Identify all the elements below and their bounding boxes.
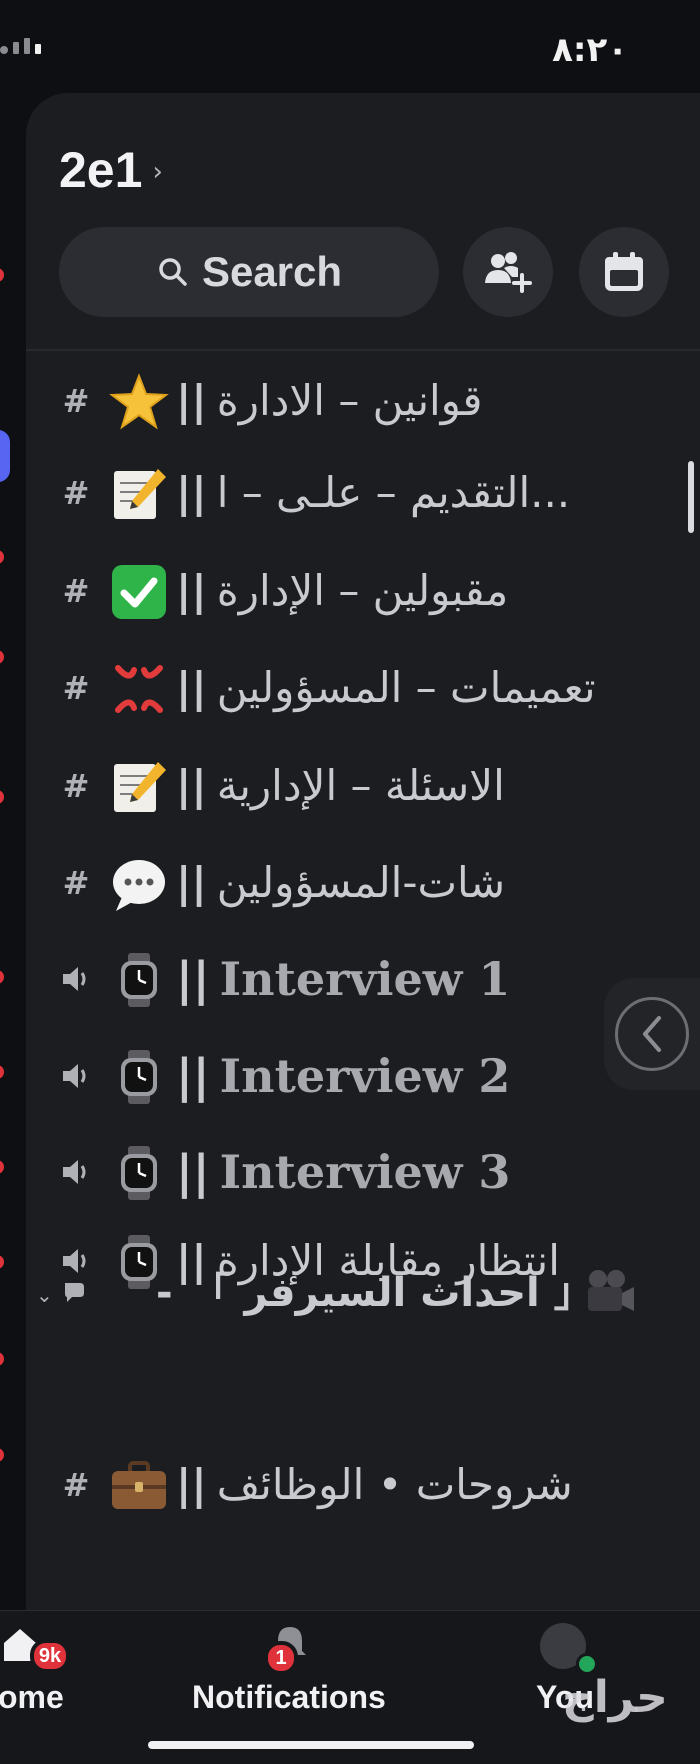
server-name[interactable]: 2e1 xyxy=(59,141,142,199)
server-icon[interactable] xyxy=(0,430,10,482)
server-rail[interactable] xyxy=(0,90,26,1610)
channel-item[interactable]: # || مقبولين – الإدارة xyxy=(26,541,700,641)
collapse-panel-button[interactable] xyxy=(604,978,700,1090)
text-channel-icon: # xyxy=(62,474,90,512)
channel-name: || Interview 2 xyxy=(176,1049,511,1103)
star-icon xyxy=(109,373,169,430)
forum-channel-icon xyxy=(65,1283,84,1302)
nav-home[interactable]: 9k ome xyxy=(0,1611,110,1721)
channel-name: || Interview 3 xyxy=(176,1145,511,1199)
unread-dot xyxy=(0,268,4,282)
channel-name: || قوانين – الادارة xyxy=(176,376,483,425)
text-channel-icon: # xyxy=(62,382,90,420)
chevron-down-icon[interactable]: ⌄ xyxy=(36,1283,53,1307)
nav-home-label: ome xyxy=(0,1679,64,1715)
home-badge: 9k xyxy=(30,1639,70,1673)
search-label: Search xyxy=(201,248,343,295)
locked-text-channel-icon: # xyxy=(62,864,90,902)
status-bar: ٨:٢٠ xyxy=(0,0,700,90)
events-button[interactable] xyxy=(579,227,669,317)
channel-item[interactable]: # || تعميمات – المسؤولين xyxy=(26,638,700,738)
category-header[interactable]: ⌄ - 「 احداث السيرفر 」 xyxy=(26,1243,700,1343)
text-channel-icon: # xyxy=(62,1466,90,1504)
briefcase-icon xyxy=(112,1461,166,1509)
status-time: ٨:٢٠ xyxy=(552,30,628,70)
unread-dot xyxy=(0,650,4,664)
locked-voice-channel-icon xyxy=(58,959,94,999)
notifications-badge: 1 xyxy=(264,1641,298,1675)
channel-item[interactable]: # || شروحات • الوظائف xyxy=(26,1435,700,1535)
watermark-logo: حراج xyxy=(562,1672,668,1723)
movie-camera-icon xyxy=(588,1270,634,1311)
nav-notifications[interactable]: 1 Notifications xyxy=(180,1611,420,1721)
channel-name: || تعميمات – المسؤولين xyxy=(176,663,596,712)
channel-name: || الاسئلة – الإدارية xyxy=(176,761,505,810)
voice-channel-item[interactable]: || Interview 1 xyxy=(26,929,700,1029)
speech-bubble-icon xyxy=(113,860,165,911)
channel-name: || مقبولين – الإدارة xyxy=(176,566,509,615)
search-icon xyxy=(159,258,187,286)
home-indicator xyxy=(148,1741,474,1749)
channel-name: || Interview 1 xyxy=(176,952,511,1006)
channel-panel: 2e1 › Search # || قوانين – الادارة # || … xyxy=(26,93,700,1610)
channel-item[interactable]: # || الاسئلة – الإدارية xyxy=(26,736,700,836)
memo-icon xyxy=(114,762,166,812)
channel-name: || شات-المسؤولين xyxy=(176,858,506,907)
category-name: - 「 احداث السيرفر 」 xyxy=(156,1270,594,1316)
check-mark-icon xyxy=(112,565,166,619)
channel-item[interactable]: # || التقديم – علـى – ا... xyxy=(26,443,700,543)
watch-icon xyxy=(121,953,157,1007)
memo-icon xyxy=(114,469,166,519)
unread-dot xyxy=(0,1065,4,1079)
watch-icon xyxy=(121,1050,157,1104)
channel-name: || التقديم – علـى – ا... xyxy=(176,468,571,517)
server-header[interactable]: 2e1 › xyxy=(59,141,163,199)
locked-text-channel-icon: # xyxy=(62,669,90,707)
unread-dot xyxy=(0,1448,4,1462)
unread-dot xyxy=(0,1160,4,1174)
invite-button[interactable] xyxy=(463,227,553,317)
locked-voice-channel-icon xyxy=(58,1152,94,1192)
search-button[interactable]: Search xyxy=(59,227,439,317)
locked-text-channel-icon: # xyxy=(62,767,90,805)
chevron-left-icon xyxy=(615,997,689,1071)
unread-dot xyxy=(0,970,4,984)
voice-channel-item[interactable]: || Interview 2 xyxy=(26,1026,700,1126)
scrollbar[interactable] xyxy=(688,461,694,533)
add-member-icon xyxy=(485,252,532,293)
channel-item[interactable]: # || قوانين – الادارة xyxy=(26,351,700,451)
unread-dot xyxy=(0,1352,4,1366)
watch-icon xyxy=(121,1146,157,1200)
channel-name: || شروحات • الوظائف xyxy=(176,1460,573,1509)
unread-dot xyxy=(0,790,4,804)
locked-voice-channel-icon xyxy=(58,1056,94,1096)
unread-dot xyxy=(0,1255,4,1269)
locked-text-channel-icon: # xyxy=(62,572,90,610)
anger-icon xyxy=(115,665,163,713)
chevron-right-icon[interactable]: › xyxy=(152,157,162,187)
voice-channel-item[interactable]: || Interview 3 xyxy=(26,1122,700,1222)
signal-icon xyxy=(0,38,41,54)
calendar-icon xyxy=(605,252,643,291)
nav-notifications-label: Notifications xyxy=(192,1679,386,1715)
channel-item[interactable]: # || شات-المسؤولين xyxy=(26,833,700,933)
unread-dot xyxy=(0,550,4,564)
